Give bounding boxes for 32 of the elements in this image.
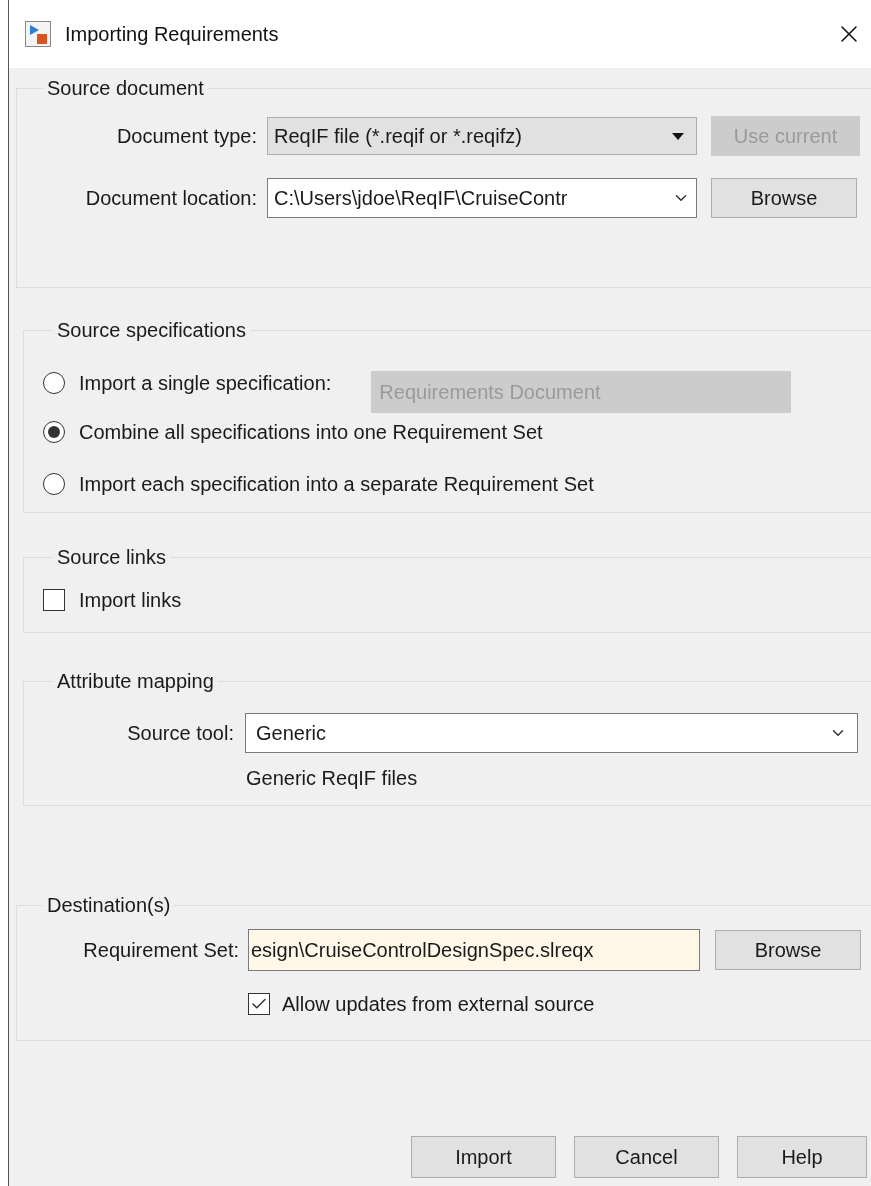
description-text: Generic ReqIF files [246, 767, 418, 789]
group-title: Source links [56, 545, 167, 569]
field-label: Requirement Set: [82, 938, 239, 963]
dialog-button[interactable]: Cancel [574, 1136, 719, 1178]
document-location-combo[interactable]: C:\Users\jdoe\ReqIF\CruiseContr [267, 178, 697, 218]
app-icon [25, 21, 51, 47]
requirement-set-field[interactable]: esign\CruiseControlDesignSpec.slreqx [248, 929, 700, 971]
radio-button[interactable] [43, 421, 65, 443]
field-label: Document type: [115, 124, 257, 149]
checkbox-label: Allow updates from external source [282, 992, 595, 1017]
push-button[interactable]: Browse [711, 178, 857, 218]
dropdown-arrow-icon [672, 132, 684, 140]
radio-button[interactable] [43, 372, 65, 394]
checkbox-label: Import links [79, 588, 182, 613]
field-label: Source tool: [126, 721, 234, 746]
radio-label: Import a single specification: [79, 371, 332, 396]
dialog-button[interactable]: Help [737, 1136, 867, 1178]
radio-label: Import each specification into a separate Requirement Set [79, 472, 594, 497]
group-title: Source specifications [56, 318, 247, 342]
checkbox[interactable] [43, 589, 65, 611]
group-title: Destination(s) [46, 893, 172, 917]
push-button[interactable]: Browse [715, 930, 861, 970]
group-title: Source document [46, 76, 205, 100]
source-tool-combo[interactable]: Generic [245, 713, 858, 753]
field-label: Document location: [84, 186, 257, 211]
radio-button[interactable] [43, 473, 65, 495]
document-type-dropdown[interactable]: ReqIF file (*.reqif or *.reqifz) [267, 117, 697, 155]
radio-label: Combine all specifications into one Requirement Set [79, 420, 543, 445]
window-title: Importing Requirements [65, 22, 279, 47]
dialog-button[interactable]: Import [411, 1136, 556, 1178]
group-title: Attribute mapping [56, 669, 215, 693]
checkbox[interactable] [248, 993, 270, 1015]
